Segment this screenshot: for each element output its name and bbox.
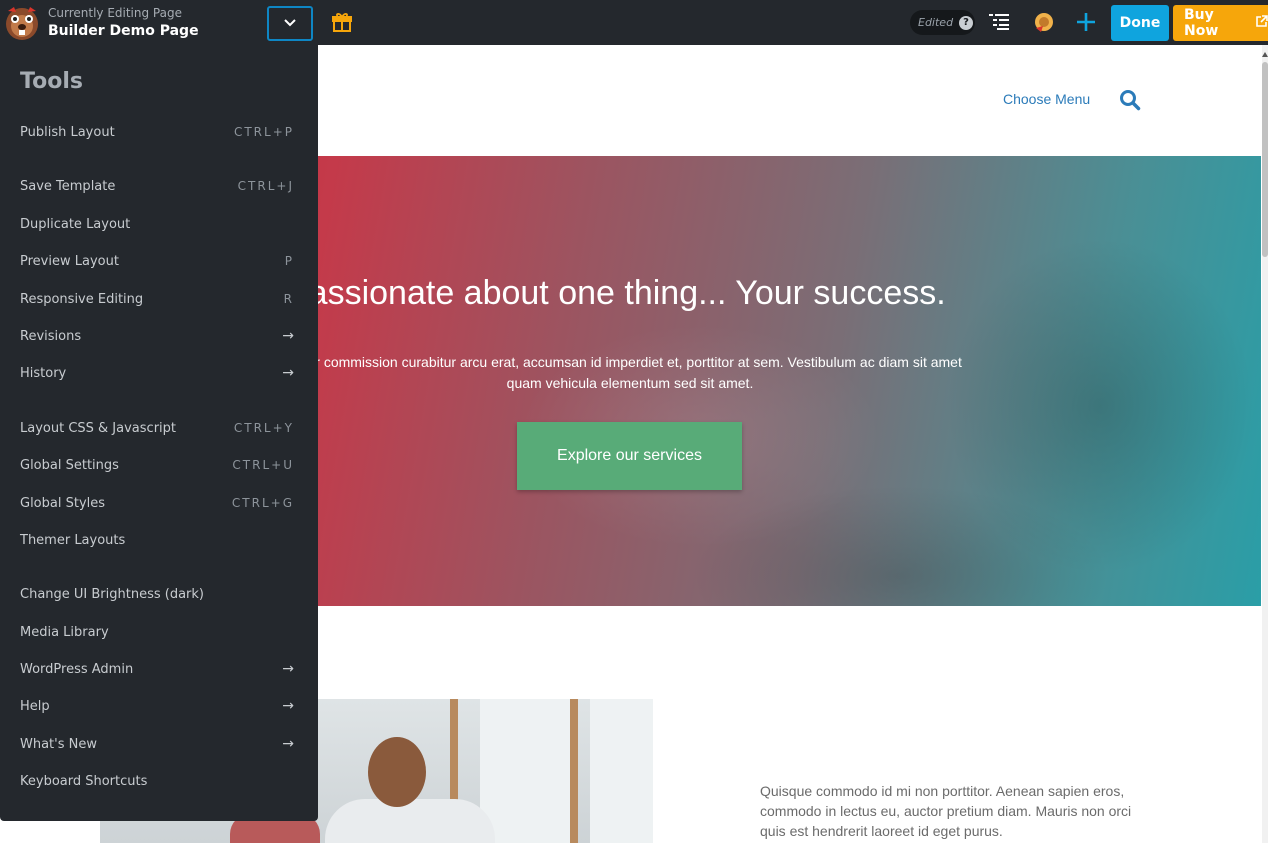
currently-editing-label: Currently Editing Page [48, 6, 182, 20]
tool-label: Publish Layout [20, 124, 115, 140]
beaver-logo-icon [2, 3, 42, 43]
tool-shortcut: R [283, 292, 294, 306]
builder-toolbar: Currently Editing Page Builder Demo Page… [0, 0, 1268, 45]
tool-history[interactable]: History → [0, 358, 318, 388]
photo-window [590, 699, 653, 843]
tool-label: History [20, 365, 67, 381]
tool-shortcut: P [284, 254, 294, 268]
tool-global-styles[interactable]: Global Styles CTRL+G [0, 488, 318, 518]
body-paragraph: Quisque commodo id mi non porttitor. Aen… [760, 783, 1132, 839]
tool-shortcut: CTRL+Y [233, 421, 294, 435]
tool-help[interactable]: Help → [0, 691, 318, 721]
tool-label: Revisions [20, 328, 82, 344]
tool-media-library[interactable]: Media Library [0, 617, 318, 647]
explore-services-button[interactable]: Explore our services [517, 422, 742, 490]
scroll-up-arrow-icon[interactable] [1262, 47, 1268, 57]
tool-label: Themer Layouts [20, 532, 126, 548]
tools-menu-panel: Tools Publish Layout CTRL+P Save Templat… [0, 45, 318, 821]
tool-label: Change UI Brightness (dark) [20, 586, 204, 602]
tool-label: Media Library [20, 624, 109, 640]
notifications-icon[interactable] [1032, 10, 1056, 39]
tool-whats-new[interactable]: What's New → [0, 729, 318, 759]
tool-duplicate-layout[interactable]: Duplicate Layout [0, 209, 318, 239]
plus-icon[interactable] [1075, 11, 1097, 38]
chevron-down-icon [283, 15, 297, 33]
tool-label: Preview Layout [20, 253, 119, 269]
edited-status-badge[interactable]: Edited ? [910, 10, 975, 35]
outline-icon[interactable] [989, 13, 1011, 36]
tool-label: Responsive Editing [20, 291, 144, 307]
tool-save-template[interactable]: Save Template CTRL+J [0, 171, 318, 201]
tools-dropdown-button[interactable] [267, 6, 313, 41]
tools-title: Tools [20, 69, 83, 94]
hero-text: Per commission curabitur arcu erat, accu… [298, 354, 962, 391]
done-button[interactable]: Done [1111, 5, 1169, 41]
arrow-right-icon: → [282, 736, 294, 752]
buy-now-label: Buy Now [1184, 7, 1219, 39]
tool-label: Save Template [20, 178, 116, 194]
tool-label: Layout CSS & Javascript [20, 420, 176, 436]
tool-label: Help [20, 698, 50, 714]
tool-shortcut: CTRL+G [231, 496, 294, 510]
tool-shortcut: CTRL+U [232, 458, 294, 472]
photo-person-body [325, 799, 495, 843]
tool-keyboard-shortcuts[interactable]: Keyboard Shortcuts [0, 766, 318, 796]
tool-label: WordPress Admin [20, 661, 134, 677]
edited-label: Edited [918, 16, 954, 29]
photo-pillar [570, 699, 578, 843]
tool-themer-layouts[interactable]: Themer Layouts [0, 525, 318, 555]
tool-label: What's New [20, 736, 97, 752]
scrollbar-thumb[interactable] [1262, 62, 1268, 257]
tool-publish-layout[interactable]: Publish Layout CTRL+P [0, 117, 318, 147]
tool-layout-css-js[interactable]: Layout CSS & Javascript CTRL+Y [0, 413, 318, 443]
arrow-right-icon: → [282, 661, 294, 677]
tool-label: Global Settings [20, 457, 119, 473]
gift-icon[interactable] [331, 11, 353, 33]
tool-label: Duplicate Layout [20, 216, 131, 232]
tool-shortcut: CTRL+P [233, 125, 294, 139]
tool-responsive-editing[interactable]: Responsive Editing R [0, 284, 318, 314]
arrow-right-icon: → [282, 365, 294, 381]
help-icon: ? [959, 15, 974, 30]
tool-wordpress-admin[interactable]: WordPress Admin → [0, 654, 318, 684]
page-info: Currently Editing Page Builder Demo Page [48, 6, 199, 41]
tool-shortcut: CTRL+J [237, 179, 294, 193]
page-title: Builder Demo Page [48, 23, 199, 39]
tool-change-ui-brightness[interactable]: Change UI Brightness (dark) [0, 579, 318, 609]
tool-label: Keyboard Shortcuts [20, 773, 148, 789]
search-icon[interactable] [1119, 89, 1141, 116]
buy-now-button[interactable]: Buy Now [1173, 5, 1268, 41]
external-link-icon [1255, 14, 1268, 32]
tool-revisions[interactable]: Revisions → [0, 321, 318, 351]
photo-window [480, 699, 570, 843]
tool-global-settings[interactable]: Global Settings CTRL+U [0, 450, 318, 480]
arrow-right-icon: → [282, 698, 294, 714]
choose-menu-link[interactable]: Choose Menu [1003, 91, 1090, 107]
tool-preview-layout[interactable]: Preview Layout P [0, 246, 318, 276]
tool-label: Global Styles [20, 495, 106, 511]
arrow-right-icon: → [282, 328, 294, 344]
photo-person-head [368, 737, 426, 807]
